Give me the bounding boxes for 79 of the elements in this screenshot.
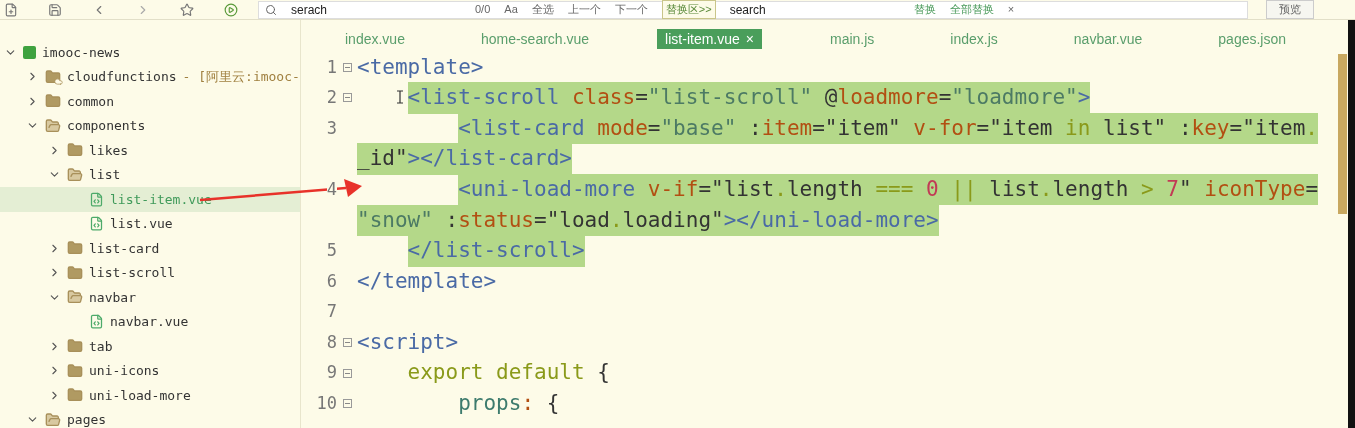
tree-note: - [阿里云:imooc- — [182, 68, 300, 86]
tree-item[interactable]: uni-load-more — [0, 383, 300, 408]
search-icon — [265, 3, 277, 16]
tree-label: uni-icons — [89, 362, 160, 380]
tree-label: list-card — [89, 239, 160, 258]
tree-item[interactable]: cloudfunctions - [阿里云:imooc- — [0, 64, 300, 89]
tree-label: navbar.vue — [110, 313, 189, 331]
fold-toggle-icon[interactable] — [342, 399, 352, 409]
next-button[interactable]: 下一个 — [614, 1, 648, 18]
code-line: </template> — [357, 267, 497, 295]
code-line: export default { — [407, 359, 610, 387]
folder-icon — [67, 387, 83, 404]
folder-icon — [67, 338, 83, 355]
select-all-button[interactable]: 全选 — [531, 1, 554, 18]
preview-button[interactable]: 预览 — [1266, 0, 1314, 19]
run-icon[interactable] — [224, 2, 238, 17]
vue-file-icon — [89, 191, 104, 207]
tree-label: navbar — [89, 288, 136, 307]
tree-item[interactable]: tab — [0, 334, 300, 359]
tree-label: likes — [89, 141, 129, 160]
code-line: props: { — [458, 390, 560, 418]
tree-item[interactable]: components — [0, 113, 300, 138]
code-line: <script> — [357, 328, 459, 356]
tree-item[interactable]: navbar.vue — [0, 309, 300, 334]
code-line: <template> — [357, 53, 484, 81]
close-button[interactable]: × — [1007, 1, 1015, 18]
tree-item[interactable]: list — [0, 162, 300, 187]
tree-label: cloudfunctions — [67, 68, 177, 86]
tree-label: pages — [67, 411, 107, 428]
fold-toggle-icon[interactable] — [342, 368, 352, 378]
text-cursor-icon — [396, 90, 404, 104]
tree-item[interactable]: common — [0, 89, 300, 114]
folder-icon — [67, 362, 83, 379]
vue-file-icon — [89, 314, 104, 330]
open-folder-icon — [45, 411, 61, 428]
fold-toggle-icon[interactable] — [342, 62, 352, 72]
star-icon[interactable] — [180, 2, 194, 17]
tree-item[interactable]: imooc-news — [0, 40, 300, 65]
match-case-toggle[interactable]: Aa — [504, 1, 518, 18]
open-folder-icon — [67, 166, 83, 183]
tree-label: list — [89, 166, 121, 184]
tree-item[interactable]: list.vue — [0, 211, 300, 236]
folder-icon — [45, 93, 61, 110]
scrollbar-thumb[interactable] — [1338, 54, 1347, 214]
tree-item[interactable]: uni-icons — [0, 358, 300, 383]
tree-item[interactable]: list-scroll — [0, 260, 300, 285]
previous-button[interactable]: 上一个 — [567, 1, 601, 18]
find-field[interactable]: serach — [291, 0, 461, 19]
tree-label: list-item.vue — [110, 190, 212, 209]
tree-label: imooc-news — [42, 43, 121, 62]
folder-icon — [67, 264, 83, 281]
open-folder-icon — [67, 289, 83, 306]
folder-icon — [67, 142, 83, 159]
tree-label: tab — [89, 337, 113, 356]
folder-icon — [67, 240, 83, 257]
tree-label: components — [67, 117, 146, 135]
match-count: 0/0 — [475, 2, 491, 18]
project-icon — [23, 45, 36, 59]
tree-label: common — [67, 92, 114, 111]
tree-label: list.vue — [110, 215, 173, 233]
fold-toggle-icon[interactable] — [342, 338, 352, 348]
fold-toggle-icon[interactable] — [342, 93, 352, 103]
replace-button[interactable]: 替换 — [913, 1, 936, 18]
replace-all-button[interactable]: 全部替换 — [949, 1, 994, 18]
tree-item[interactable]: list-card — [0, 236, 300, 261]
save-icon[interactable] — [48, 2, 62, 17]
new-file-icon[interactable] — [4, 2, 18, 17]
replace-toggle[interactable]: 替换区>> — [661, 0, 716, 19]
file-tab[interactable]: list-item.vue × — [657, 29, 762, 49]
vue-file-icon — [89, 216, 104, 232]
tree-label: list-scroll — [89, 264, 176, 282]
tab-close-icon[interactable]: × — [745, 28, 754, 50]
tree-item[interactable]: likes — [0, 138, 300, 163]
open-folder-icon — [45, 117, 61, 134]
tree-label: uni-load-more — [89, 386, 191, 405]
cloud-folder-icon — [45, 68, 61, 85]
tree-item[interactable]: pages — [0, 407, 300, 428]
tree-item[interactable]: navbar — [0, 285, 300, 310]
replace-field[interactable]: search — [729, 0, 900, 19]
